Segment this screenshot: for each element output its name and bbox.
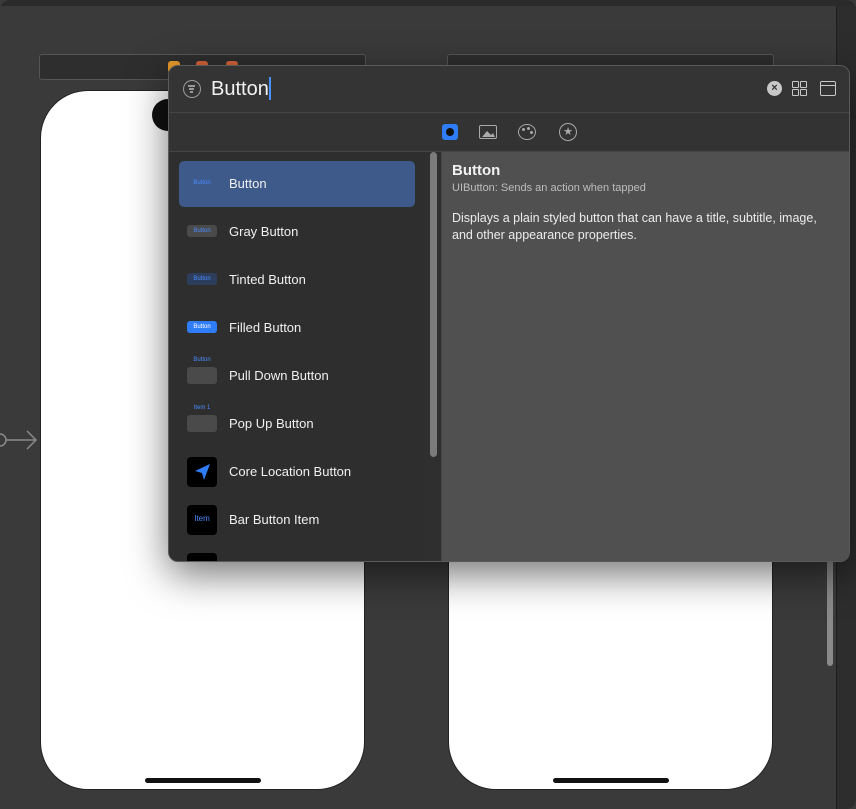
detail-title: Button bbox=[452, 162, 501, 179]
home-indicator bbox=[144, 778, 261, 783]
library-tabs: ★ bbox=[169, 113, 849, 152]
tinted-button-thumb-icon: Button bbox=[187, 265, 217, 295]
keep-open-window-icon[interactable] bbox=[820, 81, 836, 96]
list-scrollbar[interactable] bbox=[430, 152, 437, 457]
list-item-label: Bar Button Item bbox=[229, 512, 320, 527]
list-item-label: Gray Button bbox=[229, 224, 299, 239]
segue-arrow-icon[interactable] bbox=[0, 428, 40, 452]
list-item-filled-button[interactable]: Button Filled Button bbox=[179, 305, 415, 351]
detail-description: Displays a plain styled button that can … bbox=[452, 211, 817, 242]
grid-view-icon[interactable] bbox=[792, 81, 807, 96]
location-arrow-icon bbox=[187, 457, 217, 487]
list-item-core-location-button[interactable]: Core Location Button bbox=[179, 449, 415, 495]
pull-down-button-thumb-icon: Button bbox=[187, 357, 217, 391]
list-item-label: Tinted Button bbox=[229, 272, 306, 287]
list-item-bar-button-item[interactable]: Item Bar Button Item bbox=[179, 497, 415, 543]
bar-button-item-thumb-icon: Item bbox=[187, 505, 217, 535]
media-tab-icon[interactable] bbox=[478, 122, 498, 142]
list-item-partial[interactable] bbox=[179, 545, 415, 561]
list-item-label: Core Location Button bbox=[229, 464, 352, 479]
text-caret bbox=[269, 77, 271, 100]
library-item-list: Button Button Button Gray Button Button … bbox=[169, 152, 425, 561]
list-item-pop-up-button[interactable]: Item 1 Pop Up Button bbox=[179, 401, 415, 447]
list-item-label: Button bbox=[229, 176, 267, 191]
list-item-label: Pull Down Button bbox=[229, 368, 329, 383]
list-item-label: Pop Up Button bbox=[229, 416, 314, 431]
list-item-gray-button[interactable]: Button Gray Button bbox=[179, 209, 415, 255]
objects-tab-icon[interactable] bbox=[440, 122, 460, 142]
clear-search-icon[interactable]: × bbox=[767, 81, 782, 96]
list-item-tinted-button[interactable]: Button Tinted Button bbox=[179, 257, 415, 303]
pop-up-button-thumb-icon: Item 1 bbox=[187, 405, 217, 439]
detail-subtitle: UIButton: Sends an action when tapped bbox=[452, 182, 646, 194]
list-item-label: Filled Button bbox=[229, 320, 302, 335]
list-item-pull-down-button[interactable]: Button Pull Down Button bbox=[179, 353, 415, 399]
gray-button-thumb-icon: Button bbox=[187, 217, 217, 247]
list-item-button[interactable]: Button Button bbox=[179, 161, 415, 207]
filled-button-thumb-icon: Button bbox=[187, 313, 217, 343]
canvas-top-edge bbox=[0, 0, 856, 6]
colors-tab-icon[interactable] bbox=[517, 122, 537, 142]
library-search-bar: × bbox=[169, 66, 849, 113]
library-search-input[interactable] bbox=[211, 76, 711, 102]
home-indicator bbox=[552, 778, 669, 783]
button-thumb-icon: Button bbox=[193, 180, 211, 186]
filter-icon[interactable] bbox=[183, 80, 201, 98]
library-detail-pane: Button UIButton: Sends an action when ta… bbox=[442, 152, 849, 561]
symbols-tab-icon[interactable]: ★ bbox=[558, 122, 578, 142]
object-library-popover: × ★ Button Button Button bbox=[168, 65, 850, 562]
